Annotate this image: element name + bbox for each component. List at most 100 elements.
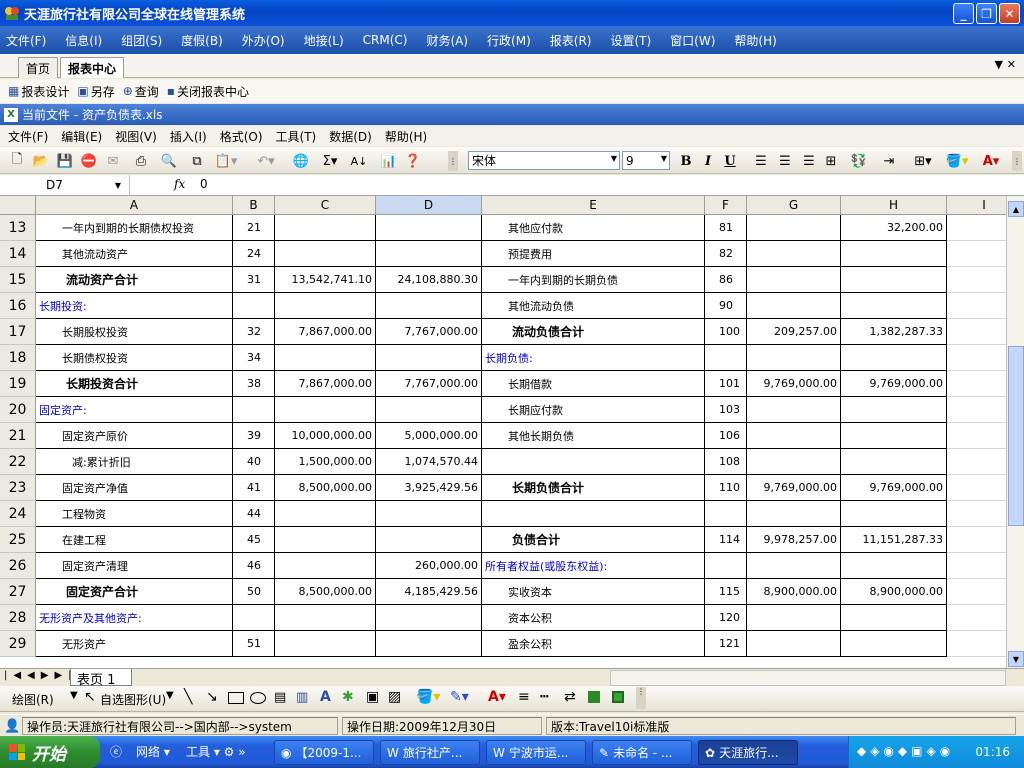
cell-h[interactable] <box>841 423 947 449</box>
row-header[interactable]: 22 <box>0 449 36 475</box>
cell-a[interactable]: 固定资产清理 <box>36 553 233 579</box>
scroll-down-icon[interactable]: ▼ <box>1008 651 1024 667</box>
cell-i[interactable] <box>947 527 1006 553</box>
report-design-button[interactable]: ▦ 报表设计 <box>8 83 69 100</box>
cell-b[interactable] <box>233 397 275 423</box>
cell-a[interactable]: 无形资产 <box>36 631 233 657</box>
arrow-style-icon[interactable]: ⇄ <box>564 689 576 705</box>
cell-f[interactable] <box>705 501 747 527</box>
column-header[interactable]: F <box>705 196 747 215</box>
cell-h[interactable] <box>841 241 947 267</box>
row-header[interactable]: 21 <box>0 423 36 449</box>
cell-f[interactable]: 100 <box>705 319 747 345</box>
indent-icon[interactable]: ⇥ <box>880 151 898 171</box>
cell-g[interactable] <box>747 345 841 371</box>
cell-e[interactable]: 所有者权益(或股东权益): <box>482 553 705 579</box>
tab-report-center[interactable]: 报表中心 <box>60 57 125 78</box>
cell-e[interactable]: 长期应付款 <box>482 397 705 423</box>
app-menu-item[interactable]: 文件(F) <box>6 32 46 49</box>
excel-menu-item[interactable]: 工具(T) <box>276 128 317 145</box>
cell-a[interactable]: 长期投资: <box>36 293 233 319</box>
excel-menu-item[interactable]: 文件(F) <box>8 128 48 145</box>
cell-g[interactable]: 9,769,000.00 <box>747 371 841 397</box>
cell-c[interactable] <box>275 345 376 371</box>
cell-a[interactable]: 长期债权投资 <box>36 345 233 371</box>
row-header[interactable]: 18 <box>0 345 36 371</box>
cell-h[interactable] <box>841 501 947 527</box>
font-color-icon[interactable]: A▾ <box>488 689 506 705</box>
cell-h[interactable]: 1,382,287.33 <box>841 319 947 345</box>
merge-center-icon[interactable]: ⊞ <box>822 151 840 171</box>
align-right-icon[interactable]: ☰ <box>800 151 818 171</box>
cell-d[interactable] <box>376 501 482 527</box>
vertical-textbox-icon[interactable]: ▥ <box>296 690 308 705</box>
cell-d[interactable]: 5,000,000.00 <box>376 423 482 449</box>
cell-b[interactable]: 51 <box>233 631 275 657</box>
cell-b[interactable]: 24 <box>233 241 275 267</box>
cell-h[interactable] <box>841 345 947 371</box>
cell-d[interactable]: 24,108,880.30 <box>376 267 482 293</box>
cell-a[interactable]: 长期投资合计 <box>36 371 233 397</box>
tray-icons[interactable]: ◆◈◉◆▣◈◉ <box>857 744 954 758</box>
cell-e[interactable]: 负债合计 <box>482 527 705 553</box>
copy-icon[interactable]: ⧉ <box>188 151 206 171</box>
cell-f[interactable]: 110 <box>705 475 747 501</box>
line-style-icon[interactable]: ≡ <box>518 689 530 705</box>
cell-g[interactable]: 9,769,000.00 <box>747 475 841 501</box>
cell-c[interactable]: 7,867,000.00 <box>275 371 376 397</box>
cell-e[interactable]: 盈余公积 <box>482 631 705 657</box>
cell-e[interactable]: 其他流动负债 <box>482 293 705 319</box>
scroll-thumb[interactable] <box>1008 346 1024 526</box>
cell-d[interactable] <box>376 241 482 267</box>
cell-c[interactable] <box>275 631 376 657</box>
wordart-icon[interactable]: A <box>320 689 331 705</box>
taskbar-task[interactable]: W 旅行社产... <box>380 740 480 765</box>
new-icon[interactable]: 🗋 <box>8 151 26 171</box>
hyperlink-icon[interactable]: 🌐 <box>292 151 310 171</box>
cell-a[interactable]: 长期股权投资 <box>36 319 233 345</box>
cell-d[interactable] <box>376 215 482 241</box>
column-header[interactable]: I <box>947 196 1006 215</box>
app-menu-item[interactable]: 地接(L) <box>304 32 344 49</box>
app-menu-item[interactable]: 信息(I) <box>65 32 102 49</box>
cell-a[interactable]: 工程物资 <box>36 501 233 527</box>
cell-a[interactable]: 固定资产: <box>36 397 233 423</box>
shadow-icon[interactable] <box>588 691 600 703</box>
taskbar-task[interactable]: ◉ 【2009-1... <box>274 740 374 765</box>
cell-b[interactable]: 40 <box>233 449 275 475</box>
cell-a[interactable]: 固定资产合计 <box>36 579 233 605</box>
app-menu-item[interactable]: 行政(M) <box>487 32 531 49</box>
open-icon[interactable]: 📂 <box>32 151 50 171</box>
cell-f[interactable]: 103 <box>705 397 747 423</box>
line-color-icon[interactable]: ✎▾ <box>450 689 469 705</box>
cell-c[interactable] <box>275 553 376 579</box>
minimize-button[interactable]: _ <box>953 3 974 24</box>
row-header[interactable]: 14 <box>0 241 36 267</box>
cell-c[interactable] <box>275 397 376 423</box>
row-header[interactable]: 20 <box>0 397 36 423</box>
cell-i[interactable] <box>947 631 1006 657</box>
app-menu-item[interactable]: 外办(O) <box>242 32 285 49</box>
formula-input[interactable]: 0 <box>200 177 208 191</box>
save-as-button[interactable]: ▣ 另存 <box>77 83 114 100</box>
start-button[interactable]: 开始 <box>0 736 100 768</box>
row-header[interactable]: 15 <box>0 267 36 293</box>
cell-e[interactable]: 长期负债: <box>482 345 705 371</box>
cell-d[interactable]: 260,000.00 <box>376 553 482 579</box>
cell-a[interactable]: 减:累计折旧 <box>36 449 233 475</box>
row-header[interactable]: 16 <box>0 293 36 319</box>
quick-tools[interactable]: 工具 ▾ ⚙ » <box>186 743 246 760</box>
borders-icon[interactable]: ⊞▾ <box>908 151 938 171</box>
cell-g[interactable] <box>747 241 841 267</box>
cell-b[interactable]: 44 <box>233 501 275 527</box>
cell-b[interactable]: 34 <box>233 345 275 371</box>
cell-i[interactable] <box>947 319 1006 345</box>
cell-h[interactable]: 11,151,287.33 <box>841 527 947 553</box>
cell-c[interactable]: 8,500,000.00 <box>275 579 376 605</box>
column-header[interactable]: H <box>841 196 947 215</box>
paste-icon[interactable]: 📋▾ <box>214 151 238 171</box>
query-button[interactable]: ⊕ 查询 <box>123 83 159 100</box>
cell-d[interactable]: 7,767,000.00 <box>376 371 482 397</box>
cell-g[interactable] <box>747 267 841 293</box>
cell-c[interactable] <box>275 241 376 267</box>
